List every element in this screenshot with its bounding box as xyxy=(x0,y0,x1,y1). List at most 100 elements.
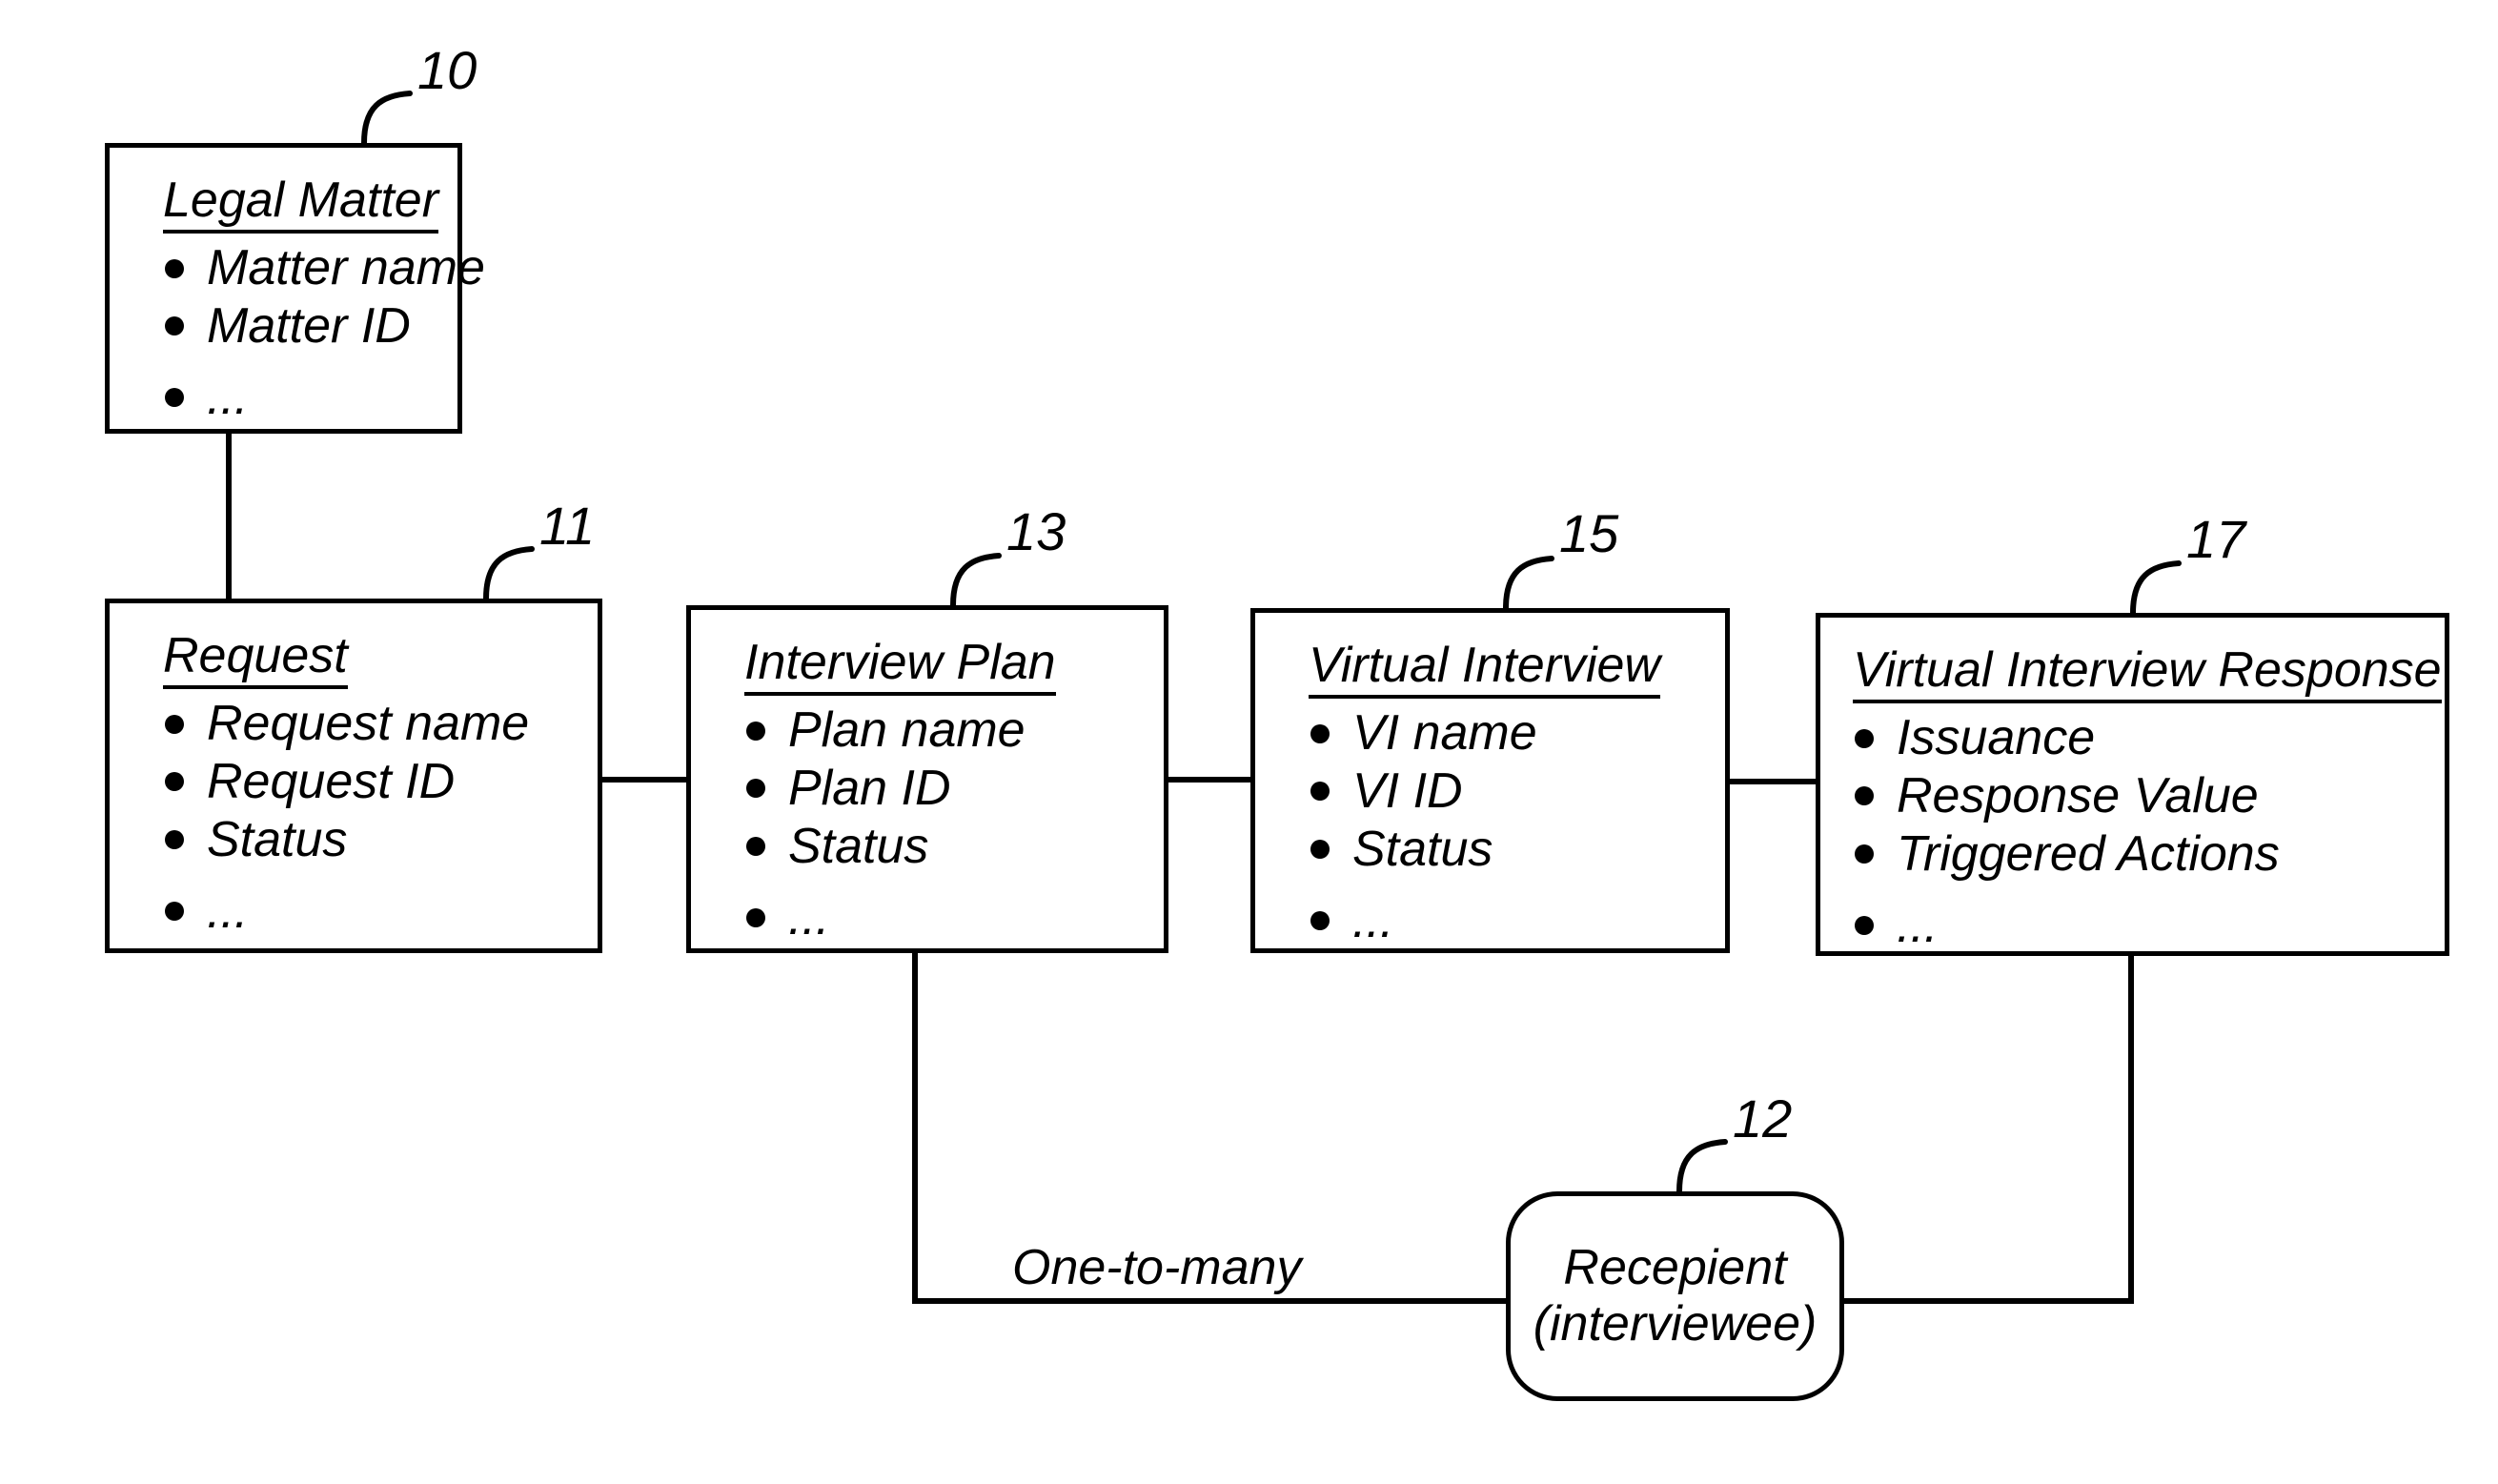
entity-box-virtual-interview-response: Virtual Interview Response Issuance Resp… xyxy=(1816,613,2449,956)
bullet-icon xyxy=(165,388,184,408)
entity-attribute-list: VI name VI ID Status ... xyxy=(1255,704,1725,949)
attribute-label: Status xyxy=(1352,821,1493,877)
attribute-item: Response Value xyxy=(1853,767,2445,825)
attribute-label: Matter name xyxy=(207,240,485,296)
reference-numeral-17: 17 xyxy=(2186,509,2246,569)
reference-numeral-15: 15 xyxy=(1559,503,1619,563)
entity-title: Request xyxy=(163,628,348,690)
attribute-label: Plan ID xyxy=(788,761,951,817)
entity-title: Virtual Interview Response xyxy=(1853,642,2442,704)
attribute-item: ... xyxy=(1853,897,2445,955)
node-recipient: Recepient (interviewee) xyxy=(1506,1191,1844,1401)
attribute-label: Issuance xyxy=(1897,710,2096,766)
attribute-label: ... xyxy=(1897,897,1939,953)
attribute-label: Status xyxy=(788,818,929,874)
entity-attribute-list: Issuance Response Value Triggered Action… xyxy=(1820,709,2445,954)
reference-numeral-11: 11 xyxy=(539,496,596,556)
entity-title: Interview Plan xyxy=(744,635,1056,697)
bullet-icon xyxy=(1855,916,1874,936)
attribute-item: VI ID xyxy=(1309,762,1725,821)
edge-response-to-recipient xyxy=(1844,956,2134,1304)
bullet-icon xyxy=(1855,728,1874,748)
attribute-label: Status xyxy=(207,811,348,867)
attribute-label: ... xyxy=(207,883,249,939)
attribute-item: VI name xyxy=(1309,704,1725,762)
attribute-item: ... xyxy=(163,369,457,427)
attribute-label: Matter ID xyxy=(207,298,411,355)
bullet-icon xyxy=(1310,782,1330,802)
attribute-item: Matter name xyxy=(163,239,485,297)
entity-attribute-list: Plan name Plan ID Status ... xyxy=(691,701,1164,946)
entity-title-row: Request xyxy=(110,628,598,690)
bullet-icon xyxy=(1310,840,1330,860)
entity-box-interview-plan: Interview Plan Plan name Plan ID Status … xyxy=(686,605,1168,953)
bullet-icon xyxy=(746,837,765,857)
entity-attribute-list: Request name Request ID Status ... xyxy=(110,695,598,940)
leader-line-13 xyxy=(950,553,1002,608)
bullet-icon xyxy=(165,714,184,734)
entity-body: Legal Matter Matter name Matter ID ... xyxy=(110,173,485,427)
bullet-icon xyxy=(1310,911,1330,931)
attribute-item: Issuance xyxy=(1853,709,2445,767)
entity-title-row: Legal Matter xyxy=(110,173,457,234)
attribute-label: Response Value xyxy=(1897,768,2259,824)
attribute-label: ... xyxy=(207,369,249,425)
bullet-icon xyxy=(1855,786,1874,806)
attribute-label: VI name xyxy=(1352,705,1537,762)
recipient-line-2: (interviewee) xyxy=(1533,1296,1818,1352)
bullet-icon xyxy=(165,772,184,792)
reference-numeral-13: 13 xyxy=(1006,501,1066,561)
leader-line-10 xyxy=(361,91,413,146)
edge-label-one-to-many: One-to-many xyxy=(999,1243,1315,1292)
entity-body: Interview Plan Plan name Plan ID Status … xyxy=(691,635,1164,947)
attribute-item: ... xyxy=(163,883,598,941)
attribute-label: ... xyxy=(1352,892,1394,948)
entity-attribute-list: Matter name Matter ID ... xyxy=(110,239,485,427)
recipient-line-1: Recepient xyxy=(1563,1239,1787,1295)
entity-title: Legal Matter xyxy=(163,173,439,234)
reference-numeral-10: 10 xyxy=(417,40,477,100)
attribute-label: VI ID xyxy=(1352,763,1463,820)
attribute-label: Plan name xyxy=(788,702,1026,759)
attribute-item: Matter ID xyxy=(163,297,457,356)
attribute-item: Plan ID xyxy=(744,760,1164,818)
bullet-icon xyxy=(165,258,184,278)
entity-box-request: Request Request name Request ID Status .… xyxy=(105,599,602,953)
entity-body: Virtual Interview VI name VI ID Status .… xyxy=(1255,638,1725,950)
bullet-icon xyxy=(746,908,765,928)
leader-line-15 xyxy=(1503,556,1554,611)
attribute-item: Status xyxy=(1309,821,1725,879)
leader-line-12 xyxy=(1676,1139,1728,1194)
attribute-label: ... xyxy=(788,889,830,945)
attribute-item: Triggered Actions xyxy=(1853,825,2445,884)
attribute-label: Request name xyxy=(207,696,530,752)
attribute-item: Status xyxy=(163,811,598,869)
figure-canvas: 10 11 13 15 17 12 Legal Matter Matter na… xyxy=(0,0,2498,1484)
reference-numeral-12: 12 xyxy=(1733,1088,1793,1149)
leader-line-17 xyxy=(2130,560,2182,616)
bullet-icon xyxy=(1855,844,1874,864)
attribute-item: Plan name xyxy=(744,701,1164,760)
bullet-icon xyxy=(165,830,184,850)
attribute-item: ... xyxy=(744,889,1164,947)
entity-title-row: Interview Plan xyxy=(691,635,1164,697)
bullet-icon xyxy=(746,721,765,741)
bullet-icon xyxy=(165,316,184,336)
attribute-item: Request name xyxy=(163,695,598,753)
entity-title-row: Virtual Interview Response xyxy=(1820,642,2445,704)
bullet-icon xyxy=(1310,723,1330,743)
entity-body: Request Request name Request ID Status .… xyxy=(110,628,598,941)
bullet-icon xyxy=(746,779,765,799)
entity-body: Virtual Interview Response Issuance Resp… xyxy=(1820,642,2445,955)
attribute-label: Request ID xyxy=(207,754,456,810)
attribute-item: ... xyxy=(1309,892,1725,950)
entity-box-virtual-interview: Virtual Interview VI name VI ID Status .… xyxy=(1250,608,1730,953)
entity-title-row: Virtual Interview xyxy=(1255,638,1725,700)
attribute-item: Status xyxy=(744,818,1164,876)
leader-line-11 xyxy=(483,546,535,601)
bullet-icon xyxy=(165,902,184,922)
attribute-label: Triggered Actions xyxy=(1897,825,2280,882)
entity-title: Virtual Interview xyxy=(1309,638,1660,700)
entity-box-legal-matter: Legal Matter Matter name Matter ID ... xyxy=(105,143,485,434)
attribute-item: Request ID xyxy=(163,753,598,811)
